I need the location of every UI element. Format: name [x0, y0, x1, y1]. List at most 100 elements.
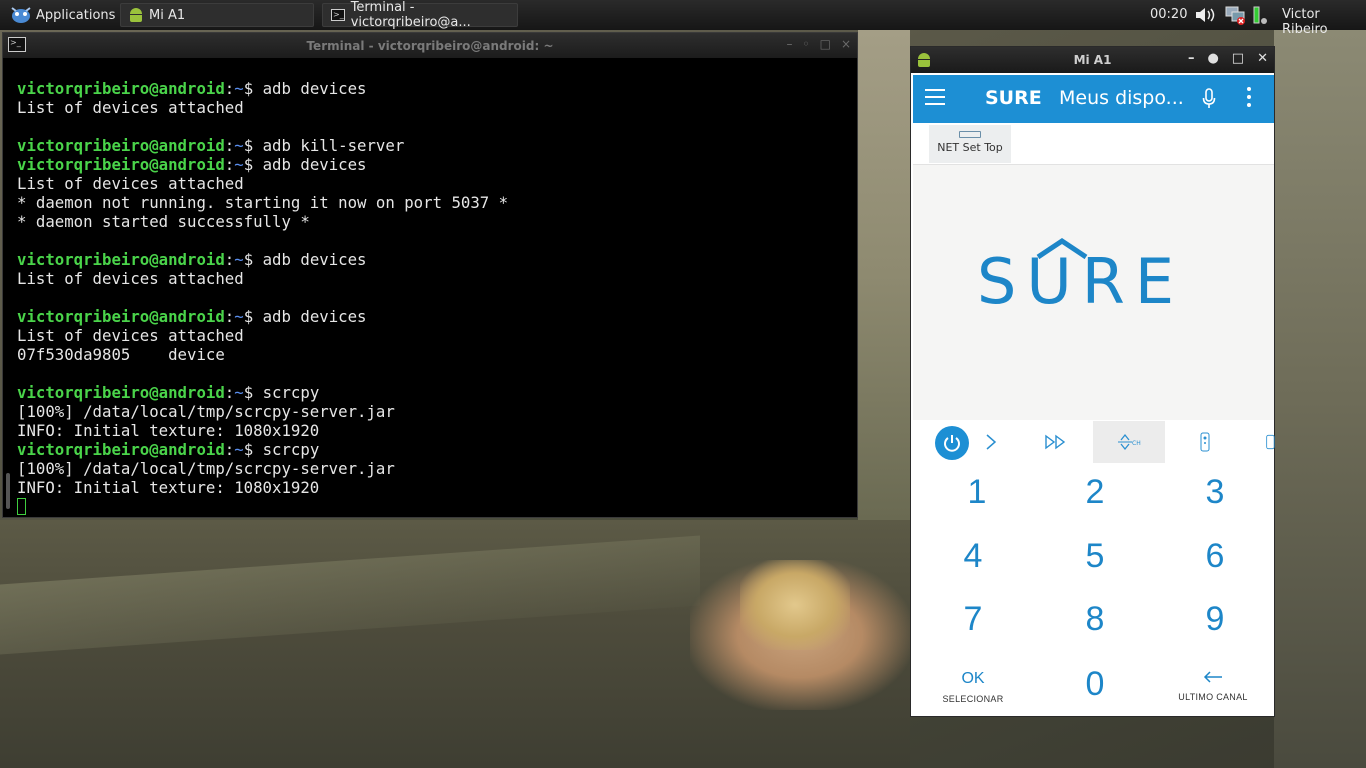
terminal-output[interactable]: victorqribeiro@android:~$ adb devices Lis… [17, 79, 508, 516]
prompt-user: victorqribeiro@android [17, 155, 225, 174]
device-tab-label: NET Set Top [937, 141, 1003, 154]
terminal-command-line: victorqribeiro@android:~$ scrcpy [17, 440, 508, 459]
prompt-symbol: $ [243, 136, 263, 155]
key-2[interactable]: 2 [1035, 473, 1155, 512]
close-button[interactable]: ✕ [1257, 51, 1268, 66]
power-button[interactable] [935, 426, 969, 460]
prompt-directory: ~ [234, 136, 244, 155]
wallpaper-rope [740, 560, 850, 650]
minimize-button[interactable]: – [1188, 51, 1195, 66]
channel-nav-tab[interactable]: CH [1093, 421, 1165, 463]
user-name[interactable]: Victor Ribeiro [1282, 7, 1366, 37]
shade-button[interactable]: ◦ [803, 37, 810, 51]
terminal-scrollbar[interactable] [6, 473, 10, 509]
key-5[interactable]: 5 [1035, 537, 1155, 576]
maximize-button[interactable]: □ [1232, 51, 1244, 66]
taskbar-item-label: Mi A1 [149, 7, 186, 23]
wallpaper-wall-right [1274, 30, 1366, 768]
command-text: adb devices [262, 307, 367, 326]
app-subtitle[interactable]: Meus dispo... [1059, 87, 1184, 109]
output-text: List of devices attached [17, 326, 244, 345]
terminal-output-line: * daemon not running. starting it now on… [17, 193, 508, 212]
mi-a1-titlebar[interactable]: Mi A1 – ● □ ✕ [911, 47, 1274, 73]
xfce-logo-icon [11, 7, 31, 23]
command-text: adb kill-server [262, 136, 405, 155]
terminal-command-line: victorqribeiro@android:~$ adb devices [17, 307, 508, 326]
prompt-directory: ~ [234, 79, 244, 98]
last-channel-sublabel: ULTIMO CANAL [1178, 692, 1248, 702]
terminal-output-line: INFO: Initial texture: 1080x1920 [17, 478, 508, 497]
terminal-output-line: * daemon started successfully * [17, 212, 508, 231]
prompt-symbol: $ [243, 440, 263, 459]
terminal-output-line: List of devices attached [17, 326, 508, 345]
taskbar-item-terminal[interactable]: >_ Terminal - victorqribeiro@a... [322, 0, 518, 30]
terminal-window[interactable]: >_ Terminal - victorqribeiro@android: ~ … [2, 32, 858, 518]
terminal-command-line: victorqribeiro@android:~$ adb kill-serve… [17, 136, 508, 155]
prompt-directory: ~ [234, 383, 244, 402]
fast-forward-icon[interactable] [1043, 421, 1069, 463]
terminal-command-line: victorqribeiro@android:~$ adb devices [17, 155, 508, 174]
menu-icon[interactable] [925, 89, 945, 110]
applications-menu[interactable]: Applications [4, 3, 121, 27]
close-button[interactable]: × [841, 37, 851, 51]
output-text: * daemon started successfully * [17, 212, 310, 231]
command-text: adb devices [262, 155, 367, 174]
command-text: adb devices [262, 79, 367, 98]
battery-icon[interactable] [1250, 4, 1272, 26]
output-text: List of devices attached [17, 174, 244, 193]
clock[interactable]: 00:20 [1150, 7, 1187, 22]
prompt-symbol: $ [243, 155, 263, 174]
terminal-titlebar[interactable]: >_ Terminal - victorqribeiro@android: ~ … [3, 33, 857, 58]
prompt-user: victorqribeiro@android [17, 307, 225, 326]
maximize-button[interactable]: □ [820, 37, 831, 51]
terminal-command-line: victorqribeiro@android:~$ adb devices [17, 250, 508, 269]
shade-button[interactable]: ● [1207, 51, 1218, 66]
top-panel: Applications Mi A1 >_ Terminal - victorq… [0, 0, 1366, 37]
device-tab-net-set-top[interactable]: NET Set Top [929, 125, 1011, 163]
volume-icon[interactable] [1194, 4, 1216, 26]
key-4[interactable]: 4 [913, 537, 1033, 576]
prompt-user: victorqribeiro@android [17, 440, 225, 459]
terminal-output-line: [100%] /data/local/tmp/scrcpy-server.jar [17, 402, 508, 421]
terminal-output-line: List of devices attached [17, 269, 508, 288]
key-1[interactable]: 1 [917, 473, 1037, 512]
command-text: scrcpy [262, 383, 320, 402]
prompt-directory: ~ [234, 155, 244, 174]
key-3[interactable]: 3 [1155, 473, 1275, 512]
terminal-cursor-line[interactable] [17, 497, 508, 516]
prompt-directory: ~ [234, 307, 244, 326]
key-0[interactable]: 0 [1035, 665, 1155, 704]
output-text: [100%] /data/local/tmp/scrcpy-server.jar [17, 459, 395, 478]
mi-a1-window[interactable]: Mi A1 – ● □ ✕ SURE Meus dispo... NET Set… [910, 46, 1275, 717]
terminal-output-line: INFO: Initial texture: 1080x1920 [17, 421, 508, 440]
terminal-output-line: List of devices attached [17, 174, 508, 193]
prompt-user: victorqribeiro@android [17, 136, 225, 155]
microphone-icon[interactable] [1202, 88, 1216, 110]
play-icon[interactable] [983, 421, 999, 463]
remote-toolbar: CH [913, 421, 1275, 463]
prompt-separator: : [224, 307, 235, 326]
key-7[interactable]: 7 [913, 600, 1033, 639]
remote-icon[interactable] [1197, 421, 1213, 463]
prompt-user: victorqribeiro@android [17, 383, 225, 402]
output-text: INFO: Initial texture: 1080x1920 [17, 478, 320, 497]
last-channel-button[interactable]: ULTIMO CANAL [1153, 670, 1273, 702]
more-options-icon[interactable] [1247, 87, 1251, 111]
logo-area: SURE [913, 165, 1274, 420]
ok-button[interactable]: OK SELECIONAR [913, 670, 1033, 704]
key-9[interactable]: 9 [1155, 600, 1275, 639]
terminal-cursor [17, 498, 26, 515]
taskbar-item-mi-a1[interactable]: Mi A1 [120, 3, 314, 27]
more-remote-icon[interactable] [1265, 421, 1275, 463]
android-icon [129, 8, 143, 22]
minimize-button[interactable]: – [787, 37, 793, 51]
output-text: INFO: Initial texture: 1080x1920 [17, 421, 320, 440]
network-disconnected-icon[interactable] [1224, 4, 1246, 26]
prompt-separator: : [224, 79, 235, 98]
prompt-symbol: $ [243, 383, 263, 402]
key-8[interactable]: 8 [1035, 600, 1155, 639]
key-6[interactable]: 6 [1155, 537, 1275, 576]
terminal-icon: >_ [331, 9, 345, 21]
